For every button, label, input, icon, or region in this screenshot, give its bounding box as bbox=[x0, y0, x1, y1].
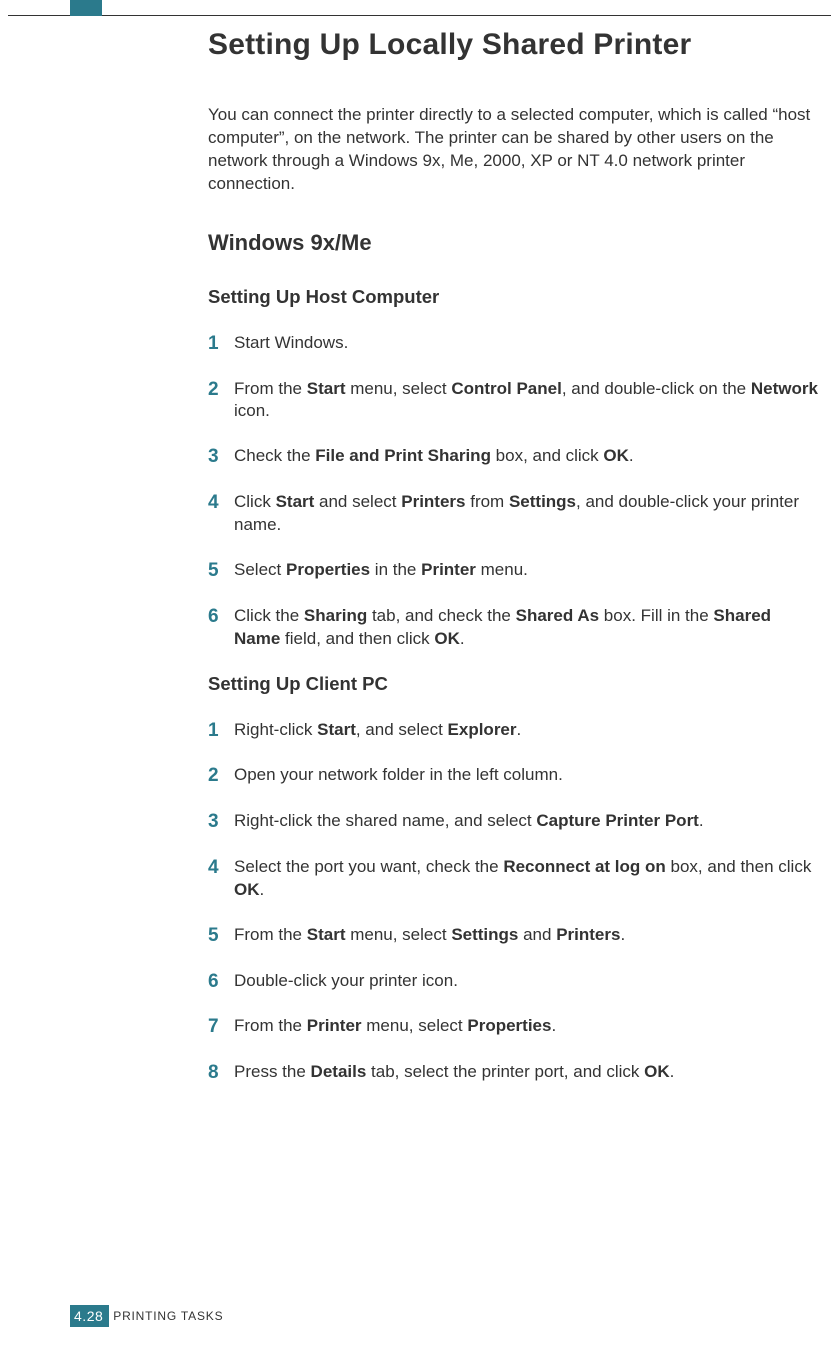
header-rule bbox=[8, 15, 831, 16]
step-number: 5 bbox=[208, 559, 234, 583]
step-text: Press the Details tab, select the printe… bbox=[234, 1061, 821, 1084]
step-item: 4Select the port you want, check the Rec… bbox=[208, 856, 821, 902]
step-item: 6Click the Sharing tab, and check the Sh… bbox=[208, 605, 821, 651]
intro-paragraph: You can connect the printer directly to … bbox=[208, 104, 821, 196]
corner-tab bbox=[70, 0, 102, 16]
page-content: Setting Up Locally Shared Printer You ca… bbox=[208, 28, 821, 1285]
step-text: Right-click the shared name, and select … bbox=[234, 810, 821, 833]
step-text: From the Start menu, select Settings and… bbox=[234, 924, 821, 947]
step-text: Select the port you want, check the Reco… bbox=[234, 856, 821, 902]
step-text: Open your network folder in the left col… bbox=[234, 764, 821, 787]
step-number: 2 bbox=[208, 378, 234, 402]
step-number: 8 bbox=[208, 1061, 234, 1085]
page-number-badge: 4.28 bbox=[70, 1305, 109, 1327]
step-item: 6Double-click your printer icon. bbox=[208, 970, 821, 994]
step-item: 8Press the Details tab, select the print… bbox=[208, 1061, 821, 1085]
subheading-host-computer: Setting Up Host Computer bbox=[208, 286, 821, 308]
steps-host-computer: 1Start Windows.2From the Start menu, sel… bbox=[208, 332, 821, 651]
step-number: 4 bbox=[208, 491, 234, 515]
subheading-client-pc: Setting Up Client PC bbox=[208, 673, 821, 695]
step-item: 7From the Printer menu, select Propertie… bbox=[208, 1015, 821, 1039]
page-footer: 4.28 PRINTING TASKS bbox=[70, 1305, 223, 1327]
step-text: From the Printer menu, select Properties… bbox=[234, 1015, 821, 1038]
step-item: 2From the Start menu, select Control Pan… bbox=[208, 378, 821, 424]
step-item: 1Right-click Start, and select Explorer. bbox=[208, 719, 821, 743]
step-number: 6 bbox=[208, 970, 234, 994]
step-text: From the Start menu, select Control Pane… bbox=[234, 378, 821, 424]
step-item: 3Right-click the shared name, and select… bbox=[208, 810, 821, 834]
step-number: 4 bbox=[208, 856, 234, 880]
step-number: 3 bbox=[208, 445, 234, 469]
section-windows-9x-me: Windows 9x/Me bbox=[208, 230, 821, 256]
step-number: 1 bbox=[208, 719, 234, 743]
step-text: Right-click Start, and select Explorer. bbox=[234, 719, 821, 742]
step-item: 4Click Start and select Printers from Se… bbox=[208, 491, 821, 537]
steps-client-pc: 1Right-click Start, and select Explorer.… bbox=[208, 719, 821, 1085]
step-number: 7 bbox=[208, 1015, 234, 1039]
footer-section-title: PRINTING TASKS bbox=[113, 1309, 223, 1323]
step-text: Check the File and Print Sharing box, an… bbox=[234, 445, 821, 468]
page-title: Setting Up Locally Shared Printer bbox=[208, 28, 821, 62]
step-item: 5From the Start menu, select Settings an… bbox=[208, 924, 821, 948]
step-text: Start Windows. bbox=[234, 332, 821, 355]
step-item: 1Start Windows. bbox=[208, 332, 821, 356]
step-number: 6 bbox=[208, 605, 234, 629]
step-item: 5Select Properties in the Printer menu. bbox=[208, 559, 821, 583]
step-text: Click Start and select Printers from Set… bbox=[234, 491, 821, 537]
step-number: 2 bbox=[208, 764, 234, 788]
step-number: 3 bbox=[208, 810, 234, 834]
step-text: Select Properties in the Printer menu. bbox=[234, 559, 821, 582]
step-item: 2Open your network folder in the left co… bbox=[208, 764, 821, 788]
step-item: 3Check the File and Print Sharing box, a… bbox=[208, 445, 821, 469]
step-number: 1 bbox=[208, 332, 234, 356]
step-text: Double-click your printer icon. bbox=[234, 970, 821, 993]
step-number: 5 bbox=[208, 924, 234, 948]
step-text: Click the Sharing tab, and check the Sha… bbox=[234, 605, 821, 651]
